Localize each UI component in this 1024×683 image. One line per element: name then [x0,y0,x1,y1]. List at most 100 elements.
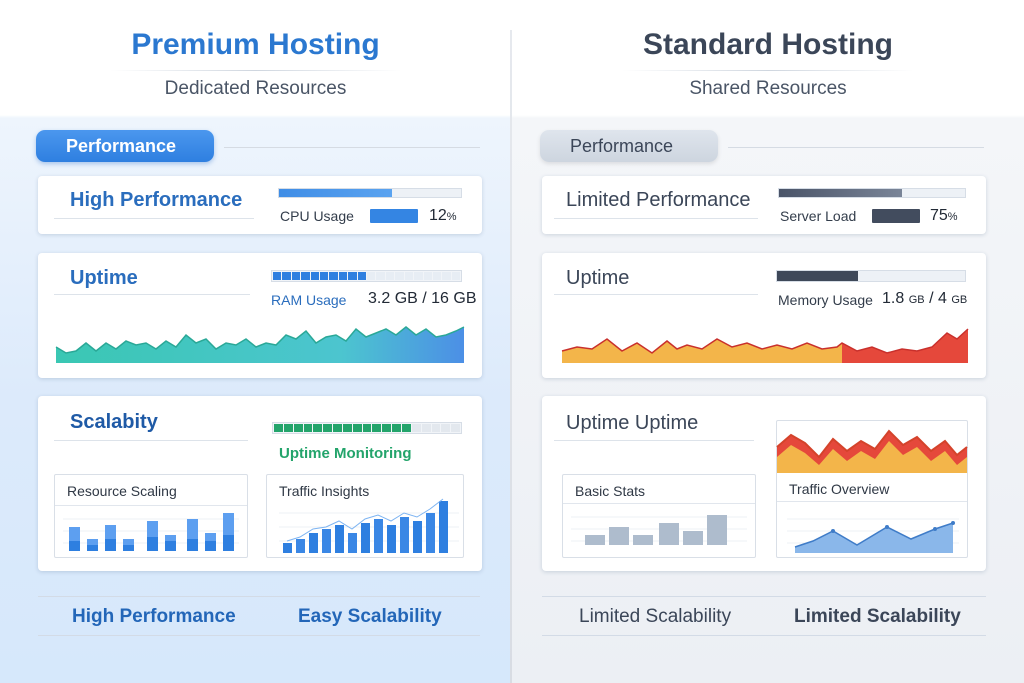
standard-traffic-overview-panel[interactable]: Traffic Overview [776,420,968,558]
standard-card3-title: Uptime Uptime [566,412,699,434]
segment [392,424,401,432]
standard-server-bar-fill [779,189,902,197]
premium-title-rule [110,70,401,71]
premium-card2-title-rule [54,294,250,295]
standard-card2-title: Uptime [566,267,630,289]
standard-server-value: 75% [930,207,958,224]
premium-traffic-insights-chart [279,498,459,553]
standard-performance-tab[interactable]: Performance [540,130,718,162]
standard-memory-bar [776,270,966,282]
segment [451,424,461,432]
standard-performance-card: Limited Performance Server Load 75% [542,176,986,234]
standard-footer-feature-1: Limited Scalability [579,606,732,627]
standard-basic-stats-panel[interactable]: Basic Stats [562,474,756,558]
standard-traffic-overview-rule [777,501,967,502]
premium-card3-title: Scalabity [70,411,158,433]
segment [291,272,301,280]
standard-scalability-card: Uptime Uptime Traffic Overview Basic Sta… [542,396,986,571]
segment [411,424,421,432]
standard-column: Standard Hosting Shared Resources Perfor… [512,0,1024,683]
segment [282,272,291,280]
premium-column: Premium Hosting Dedicated Resources Perf… [0,0,511,683]
standard-memory-value: 1.8 GB / 4 GB [882,290,968,307]
standard-basic-stats-chart [571,515,747,545]
premium-card1-title-rule [54,218,254,219]
premium-footer-top-rule [38,596,480,597]
segment [273,272,282,280]
segment [401,424,411,432]
premium-cpu-value: 12% [429,207,457,224]
segment [441,424,451,432]
standard-memory-bar-fill [777,271,858,281]
segment [414,272,423,280]
segment [338,272,348,280]
segment [395,272,404,280]
premium-uptime-segment-bar [272,422,462,434]
premium-ram-value: 3.2 GB / 16 GB [368,290,477,307]
standard-footer-bottom-rule [542,635,986,636]
segment [362,424,372,432]
standard-basic-stats-rule [563,503,755,504]
standard-pill-rule [728,147,984,148]
premium-subtitle: Dedicated Resources [164,78,347,99]
segment [301,272,310,280]
premium-uptime-monitoring-label: Uptime Monitoring [279,445,412,462]
premium-performance-tab[interactable]: Performance [36,130,214,162]
standard-server-bar [778,188,966,198]
premium-cpu-bar-fill [279,189,392,197]
segment [293,424,303,432]
premium-ram-segment-bar [271,270,462,282]
segment [313,424,323,432]
segment [423,272,432,280]
standard-subtitle: Shared Resources [689,78,847,99]
segment [451,272,461,280]
standard-card1-title: Limited Performance [566,189,751,211]
standard-traffic-area-chart [776,429,968,473]
premium-resource-scaling-rule [55,505,247,506]
standard-card2-title-rule [554,294,758,295]
segment [431,424,441,432]
premium-traffic-insights-panel[interactable]: Traffic Insights [266,474,464,558]
premium-pill-rule [224,147,480,148]
premium-traffic-insights-title: Traffic Insights [279,483,370,499]
standard-server-meter [872,209,920,223]
segment [382,424,392,432]
segment [376,272,385,280]
segment [421,424,431,432]
premium-footer-feature-1: High Performance [72,606,236,627]
segment [442,272,451,280]
segment [432,272,442,280]
standard-uptime-area-orange [562,339,842,363]
standard-basic-stats-title: Basic Stats [575,483,646,499]
segment [385,272,395,280]
standard-card3-title-rule [554,440,754,441]
standard-memory-label: Memory Usage [778,292,873,308]
standard-card1-title-rule [554,218,758,219]
segment [274,424,283,432]
standard-uptime-card: Uptime Memory Usage 1.8 GB / 4 GB [542,253,986,378]
premium-cpu-bar [278,188,462,198]
segment [283,424,293,432]
premium-card3-title-rule [54,440,248,441]
standard-footer-feature-2: Limited Scalability [794,606,961,627]
premium-footer-bottom-rule [38,635,480,636]
standard-uptime-area-chart [561,328,969,363]
premium-uptime-area-chart [55,326,465,363]
premium-resource-scaling-chart [63,513,239,551]
premium-performance-card: High Performance CPU Usage 12% [38,176,482,234]
premium-cpu-label: CPU Usage [280,208,354,224]
standard-server-label: Server Load [780,208,857,224]
premium-resource-scaling-panel[interactable]: Resource Scaling [54,474,248,558]
premium-card1-title: High Performance [70,189,243,211]
segment [372,424,382,432]
premium-ram-label: RAM Usage [271,292,347,308]
standard-footer-top-rule [542,596,986,597]
standard-server-meter-fill [872,209,920,223]
premium-card2-title: Uptime [70,267,138,289]
segment [323,424,333,432]
segment [333,424,342,432]
standard-traffic-overview-chart [787,518,959,553]
segment [357,272,367,280]
segment [404,272,414,280]
segment [352,424,362,432]
